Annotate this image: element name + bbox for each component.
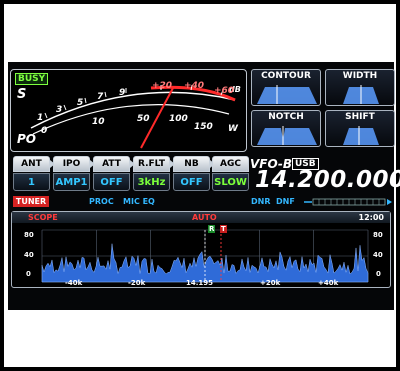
scope-title: SCOPE [28, 213, 58, 222]
s-scale-label: +60 [214, 86, 235, 96]
rflt-key-value: 3kHz [133, 173, 170, 191]
scope-x-label: 14.195 [186, 279, 214, 287]
nb-key-value: OFF [173, 173, 210, 191]
nb-key[interactable]: NB OFF [173, 156, 215, 192]
s-scale-label: 9 [119, 88, 126, 98]
spectrum-scope[interactable]: SCOPE AUTO 12:00 80 40 0 80 40 0 R T -40… [11, 211, 391, 288]
s-scale-label: 1 [37, 113, 44, 123]
s-meter-label: S [17, 87, 27, 102]
po-scale-label: 150 [194, 122, 213, 132]
s-scale-label: 5 [77, 98, 84, 108]
agc-key[interactable]: AGC SLOW [212, 156, 249, 192]
scope-x-label: -40k [65, 279, 83, 287]
shift-label: SHIFT [345, 112, 375, 122]
scope-time: 12:00 [358, 213, 384, 222]
s-scale-label: +40 [184, 81, 205, 91]
scope-y-right-2: 0 [376, 270, 381, 278]
scope-x-label: -20k [128, 279, 146, 287]
po-scale-label: 10 [92, 117, 105, 127]
ant-key-value: 1 [13, 173, 50, 191]
agc-key-label: AGC [212, 156, 249, 172]
att-key-label: ATT [93, 156, 130, 172]
contour-button[interactable]: CONTOUR [251, 69, 321, 106]
rflt-key[interactable]: R.FLT 3kHz [133, 156, 175, 192]
rflt-key-label: R.FLT [133, 156, 170, 172]
mic-eq-indicator: MIC EQ [123, 197, 155, 206]
nb-key-label: NB [173, 156, 210, 172]
rx-marker: R [208, 225, 216, 233]
s-po-meter: BUSY S PO dB W 1 3 5 7 9 +20 +40 +60 0 10 50 100 150 [10, 69, 247, 152]
scope-y-right-1: 40 [373, 251, 383, 259]
notch-filter-icon [257, 126, 317, 145]
scope-y-left-0: 80 [24, 231, 34, 239]
shift-button[interactable]: SHIFT [325, 110, 395, 147]
scope-mode: AUTO [192, 213, 217, 222]
bar-graph [304, 198, 392, 206]
tuner-indicator: TUNER [13, 196, 49, 207]
scope-y-left-1: 40 [24, 251, 34, 259]
width-filter-icon [343, 85, 379, 104]
po-scale-label: 100 [169, 114, 188, 124]
po-scale-label: 50 [137, 114, 150, 124]
s-scale-label: 7 [97, 92, 104, 102]
notch-label: NOTCH [268, 112, 304, 122]
scope-y-right-0: 80 [373, 231, 383, 239]
ipo-key[interactable]: IPO AMP1 [53, 156, 95, 192]
width-button[interactable]: WIDTH [325, 69, 395, 106]
att-key-value: OFF [93, 173, 130, 191]
frequency-display: 14.200.000 [255, 167, 400, 193]
att-key[interactable]: ATT OFF [93, 156, 135, 192]
proc-indicator: PROC [89, 197, 114, 206]
scope-x-label: +40k [318, 279, 339, 287]
contour-label: CONTOUR [261, 71, 311, 81]
s-scale-label: 3 [56, 105, 63, 115]
busy-indicator: BUSY [15, 73, 49, 85]
shift-filter-icon [343, 126, 379, 145]
scope-y-left-2: 0 [26, 270, 31, 278]
dnf-indicator: DNF [276, 197, 295, 206]
agc-key-value: SLOW [212, 173, 249, 191]
ipo-key-label: IPO [53, 156, 90, 172]
notch-button[interactable]: NOTCH [251, 110, 321, 147]
contour-filter-icon [257, 85, 317, 104]
ant-key[interactable]: ANT 1 [13, 156, 55, 192]
po-meter-label: PO [17, 132, 36, 146]
width-label: WIDTH [342, 71, 378, 81]
scope-x-label: +20k [260, 279, 281, 287]
ipo-key-value: AMP1 [53, 173, 90, 191]
po-unit-label: W [228, 124, 238, 134]
tx-marker: T [220, 225, 227, 233]
dnr-indicator: DNR [251, 197, 271, 206]
s-scale-label: +20 [152, 81, 173, 91]
ant-key-label: ANT [13, 156, 50, 172]
po-scale-label: 0 [41, 126, 48, 136]
